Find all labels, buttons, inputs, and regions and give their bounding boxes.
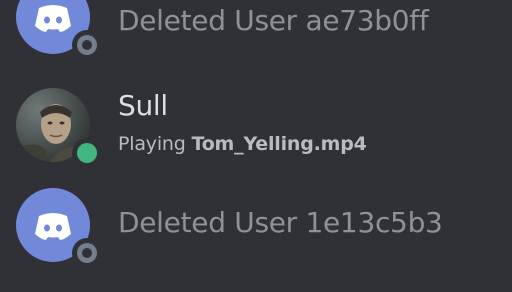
member-list-item[interactable]: Sull Playing Tom_Yelling.mp4	[0, 88, 512, 168]
activity-name: Tom_Yelling.mp4	[191, 133, 367, 155]
member-list-item[interactable]: Deleted User ae73b0ff	[0, 0, 512, 60]
status-offline-icon	[72, 238, 102, 268]
member-name: Deleted User ae73b0ff	[118, 4, 429, 37]
status-online-icon	[72, 138, 102, 168]
avatar[interactable]	[16, 88, 102, 168]
status-offline-icon	[72, 30, 102, 60]
activity-prefix: Playing	[118, 133, 186, 155]
member-activity: Playing Tom_Yelling.mp4	[118, 133, 367, 155]
avatar[interactable]	[16, 0, 102, 60]
avatar[interactable]	[16, 188, 102, 268]
member-name: Sull	[118, 89, 168, 122]
member-name: Deleted User 1e13c5b3	[118, 206, 443, 239]
member-list-item[interactable]: Deleted User 1e13c5b3	[0, 188, 512, 268]
